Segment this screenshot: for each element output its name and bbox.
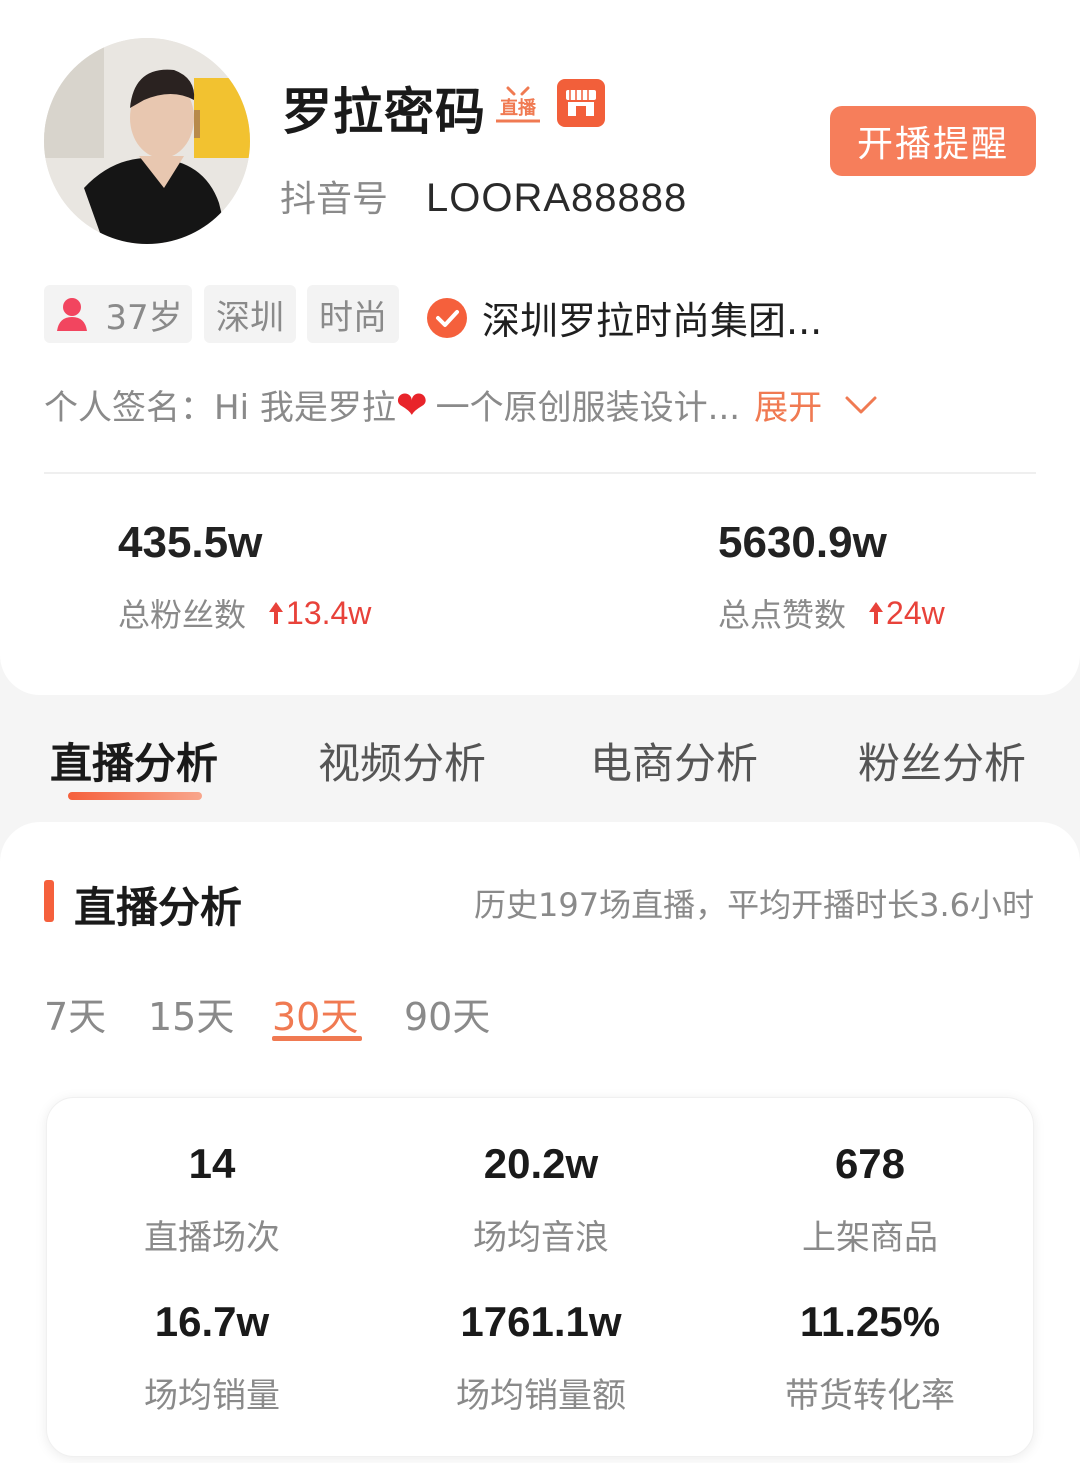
- metric-label: 上架商品: [802, 1218, 938, 1258]
- metric-label: 直播场次: [144, 1218, 280, 1258]
- metric-label: 场均销量: [144, 1376, 280, 1416]
- metric-avg-sales: 16.7w 场均销量: [47, 1298, 377, 1417]
- company-verification[interactable]: 深圳罗拉时尚集团...: [426, 290, 822, 345]
- metric-value: 16.7w: [154, 1298, 270, 1345]
- tab-fans-analysis[interactable]: 粉丝分析: [858, 730, 1026, 791]
- metric-value: 11.25%: [799, 1298, 941, 1345]
- arrow-up-icon: [269, 602, 284, 624]
- signature: 个人签名：Hi 我是罗拉 ❤ 一个原创服装设计... 展开: [44, 380, 878, 429]
- section-title: 直播分析: [74, 883, 243, 932]
- profile-name: 罗拉密码: [282, 83, 486, 141]
- douyin-id-value[interactable]: LOORA88888: [426, 176, 687, 220]
- signature-prefix: 个人签名：Hi 我是罗拉: [44, 388, 396, 428]
- live-badge-icon: 直播: [494, 80, 542, 124]
- arrow-up-icon: [869, 602, 884, 624]
- total-fans-value: 435.5w: [118, 518, 263, 567]
- metric-listed-products: 678 上架商品: [705, 1140, 1035, 1259]
- signature-text: 一个原创服装设计...: [435, 388, 741, 428]
- person-icon: [57, 298, 88, 331]
- metric-value: 1761.1w: [460, 1298, 622, 1345]
- total-fans-delta: 13.4w: [268, 595, 371, 632]
- age-tag-label: 37岁: [105, 297, 183, 338]
- chevron-down-icon[interactable]: [844, 394, 878, 416]
- shop-icon: [556, 78, 606, 128]
- section-accent-bar: [44, 880, 54, 922]
- metric-value: 678: [834, 1140, 906, 1187]
- city-tag: 深圳: [204, 285, 296, 343]
- metric-label: 场均销量额: [456, 1376, 626, 1416]
- metrics-grid: 14 直播场次 20.2w 场均音浪 678 上架商品 16.7w 场均销量 1…: [46, 1097, 1034, 1457]
- douyin-id-label: 抖音号: [280, 179, 389, 220]
- metric-value: 20.2w: [483, 1140, 599, 1187]
- avatar[interactable]: [44, 38, 250, 244]
- period-15d[interactable]: 15天: [148, 986, 234, 1041]
- live-history-summary: 历史197场直播，平均开播时长3.6小时: [474, 886, 1034, 924]
- total-fans-delta-value: 13.4w: [286, 594, 372, 631]
- active-tab-indicator: [68, 792, 202, 800]
- metric-avg-gifts: 20.2w 场均音浪: [376, 1140, 706, 1259]
- divider: [44, 472, 1036, 474]
- total-likes-value: 5630.9w: [718, 518, 887, 567]
- live-badge-label: 直播: [500, 97, 537, 119]
- profile-card: 罗拉密码 直播 抖音号 LOORA88888 开播提醒 37岁 深圳 时尚 深圳…: [0, 0, 1080, 695]
- tab-video-analysis[interactable]: 视频分析: [318, 730, 486, 791]
- total-fans-row: 总粉丝数 13.4w: [118, 590, 371, 636]
- metric-label: 带货转化率: [785, 1376, 955, 1416]
- douyin-id-row: 抖音号 LOORA88888: [280, 170, 687, 222]
- metric-value: 14: [188, 1140, 236, 1187]
- category-tag: 时尚: [307, 285, 399, 343]
- metric-conversion-rate: 11.25% 带货转化率: [705, 1298, 1035, 1417]
- total-likes-row: 总点赞数 24w: [718, 590, 945, 636]
- period-7d[interactable]: 7天: [44, 986, 106, 1041]
- total-likes-label: 总点赞数: [718, 596, 847, 634]
- total-likes-delta: 24w: [868, 595, 945, 632]
- total-fans-label: 总粉丝数: [118, 596, 247, 634]
- live-reminder-button[interactable]: 开播提醒: [830, 106, 1036, 176]
- heart-icon: ❤: [395, 382, 428, 427]
- period-indicator: [272, 1036, 362, 1041]
- verified-check-icon: [427, 297, 467, 338]
- total-likes-delta-value: 24w: [886, 594, 945, 631]
- age-tag: 37岁: [44, 285, 192, 343]
- company-name: 深圳罗拉时尚集团...: [482, 299, 823, 343]
- analysis-tabs: 直播分析 视频分析 电商分析 粉丝分析: [0, 720, 1080, 810]
- tab-ecommerce-analysis[interactable]: 电商分析: [590, 730, 758, 791]
- tab-live-analysis[interactable]: 直播分析: [50, 730, 218, 791]
- metric-live-sessions: 14 直播场次: [47, 1140, 377, 1259]
- period-90d[interactable]: 90天: [404, 986, 490, 1041]
- metric-avg-sales-amount: 1761.1w 场均销量额: [376, 1298, 706, 1417]
- period-30d[interactable]: 30天: [272, 986, 358, 1041]
- metric-label: 场均音浪: [473, 1218, 609, 1258]
- expand-link[interactable]: 展开: [754, 380, 822, 429]
